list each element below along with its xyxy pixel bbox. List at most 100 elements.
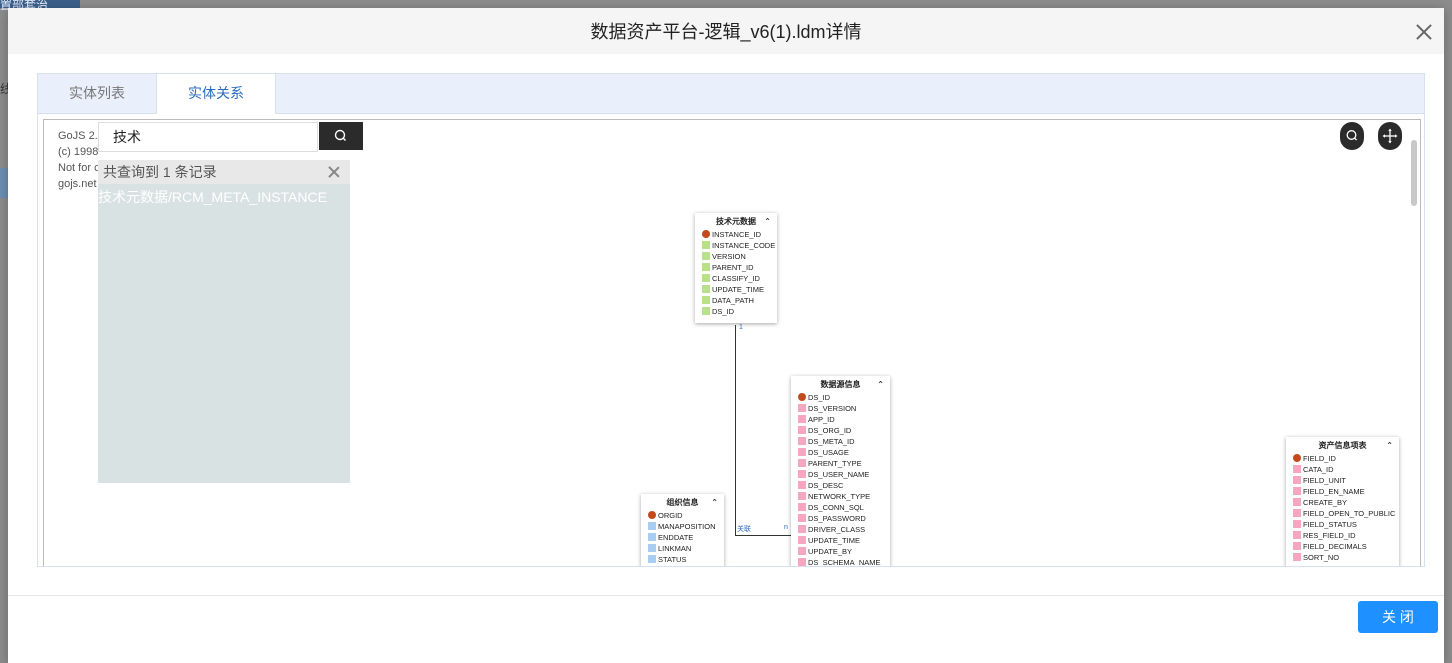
entity-field: FIELD_UNIT (1286, 475, 1399, 486)
field-icon (702, 274, 710, 282)
background-left-band (0, 168, 8, 198)
field-icon (798, 437, 806, 445)
field-icon (648, 522, 656, 530)
entity-field: FIELD_STATUS (1286, 519, 1399, 530)
field-icon (798, 558, 806, 566)
diagram-scrollbar[interactable] (1411, 140, 1417, 206)
field-icon (1293, 498, 1301, 506)
search-button[interactable] (319, 122, 363, 150)
key-icon (798, 393, 806, 401)
entity-field: INSTANCE_ID (695, 229, 777, 240)
field-icon (702, 285, 710, 293)
entity-field: DS_ID (791, 392, 890, 403)
entity-field: VERSION (695, 251, 777, 262)
tab-entity-list[interactable]: 实体列表 (38, 74, 156, 113)
modal-title: 数据资产平台-逻辑_v6(1).ldm详情 (590, 22, 862, 42)
close-icon[interactable] (328, 166, 340, 178)
entity-field: DRIVER_CLASS (791, 524, 890, 535)
entity-field: FIELD_OPEN_TO_PUBLIC (1286, 508, 1399, 519)
entity-field: CREATE_BY (1286, 497, 1399, 508)
field-icon (798, 525, 806, 533)
er-diagram-canvas[interactable]: GoJS 2.2 (c) 1998 Not for c gojs.net 技术 … (43, 119, 1421, 566)
field-icon (798, 426, 806, 434)
field-icon (1293, 531, 1301, 539)
entity-field: FIELD_DECIMALS (1286, 541, 1399, 552)
watermark-line: (c) 1998 (58, 146, 99, 158)
field-icon (1293, 553, 1301, 561)
entity-field: DS_PASSWORD (791, 513, 890, 524)
entity-field: APP_ID (791, 414, 890, 425)
entity-field: PARENT_ID (695, 262, 777, 273)
entity-field: RES_FIELD_ID (1286, 530, 1399, 541)
relation-label: 关联 (737, 526, 751, 533)
field-icon (798, 415, 806, 423)
entity-tech-meta[interactable]: 技术元数据 ⌃ INSTANCE_ID INSTANCE_CODE VERSIO… (695, 213, 777, 323)
entity-field: INSTANCE_CODE (695, 240, 777, 251)
move-icon (1382, 128, 1398, 144)
field-icon (798, 547, 806, 555)
entity-field: DS_ID (695, 306, 777, 317)
entity-field: DS_META_ID (791, 436, 890, 447)
entity-title: 技术元数据 ⌃ (695, 213, 777, 229)
content-panel: 实体列表 实体关系 GoJS 2.2 (c) 1998 Not for c go… (37, 73, 1425, 567)
entity-org-info[interactable]: 组织信息 ⌃ ORGID MANAPOSITION ENDDATE LINKMA… (641, 494, 724, 566)
entity-field: CATA_ID (1286, 464, 1399, 475)
watermark-line: GoJS 2.2 (58, 130, 104, 142)
field-icon (798, 536, 806, 544)
field-icon (702, 263, 710, 271)
close-button[interactable]: 关 闭 (1358, 601, 1438, 633)
field-icon (648, 544, 656, 552)
search-result-count: 共查询到 1 条记录 (98, 160, 350, 184)
relation-line (735, 325, 736, 535)
field-icon (1293, 465, 1301, 473)
entity-ds-info[interactable]: 数据源信息 ⌃ DS_ID DS_VERSION APP_ID DS_ORG_I… (791, 376, 890, 566)
field-icon (702, 252, 710, 260)
entity-field: DS_ORG_ID (791, 425, 890, 436)
entity-asset-info[interactable]: 资产信息项表 ⌃ FIELD_ID CATA_ID FIELD_UNIT FIE… (1286, 437, 1399, 566)
entity-field: UPDATE_TIME (791, 535, 890, 546)
entity-field: DS_SCHEMA_NAME (791, 557, 890, 566)
entity-field: PARENT_TYPE (791, 458, 890, 469)
search-icon (334, 129, 346, 141)
field-icon (702, 241, 710, 249)
field-icon (1293, 476, 1301, 484)
field-icon (1293, 509, 1301, 517)
entity-field: FIELD_ID (1286, 453, 1399, 464)
entity-field: DS_VERSION (791, 403, 890, 414)
field-icon (798, 514, 806, 522)
close-icon[interactable] (1414, 22, 1434, 42)
entity-field: DS_CONN_SQL (791, 502, 890, 513)
key-icon (648, 511, 656, 519)
entity-title: 数据源信息 ⌃ (791, 376, 890, 392)
entity-field: DS_USAGE (791, 447, 890, 458)
entity-field: UPDATE_TIME (695, 284, 777, 295)
entity-field: MANAPOSITION (641, 521, 724, 532)
field-icon (798, 481, 806, 489)
field-icon (798, 470, 806, 478)
field-icon (798, 448, 806, 456)
field-icon (702, 307, 710, 315)
search-result-item[interactable]: 技术元数据/RCM_META_INSTANCE (98, 184, 350, 207)
entity-field: DS_DESC (791, 480, 890, 491)
watermark-line: Not for c (58, 162, 100, 174)
background-topbar: 置部套治 (0, 0, 80, 12)
entity-title-text: 资产信息项表 (1318, 441, 1367, 450)
modal-header: 数据资产平台-逻辑_v6(1).ldm详情 (8, 8, 1444, 54)
pan-move-button[interactable] (1378, 122, 1402, 150)
field-icon (1293, 487, 1301, 495)
entity-field: UPDATE_BY (791, 546, 890, 557)
tab-bar: 实体列表 实体关系 (38, 74, 1424, 114)
entity-title-text: 组织信息 (666, 498, 699, 507)
watermark-line: gojs.net (58, 178, 97, 190)
field-icon (798, 492, 806, 500)
field-icon (1293, 520, 1301, 528)
gojs-watermark: GoJS 2.2 (c) 1998 Not for c gojs.net (58, 128, 104, 192)
entity-field: ORGID (641, 510, 724, 521)
search-icon (1346, 130, 1358, 141)
entity-field: DS_USER_NAME (791, 469, 890, 480)
zoom-search-button[interactable] (1340, 122, 1364, 150)
entity-field: LINKMAN (641, 543, 724, 554)
tab-entity-relation[interactable]: 实体关系 (156, 74, 276, 114)
field-icon (798, 404, 806, 412)
search-input[interactable]: 技术 (98, 122, 318, 152)
